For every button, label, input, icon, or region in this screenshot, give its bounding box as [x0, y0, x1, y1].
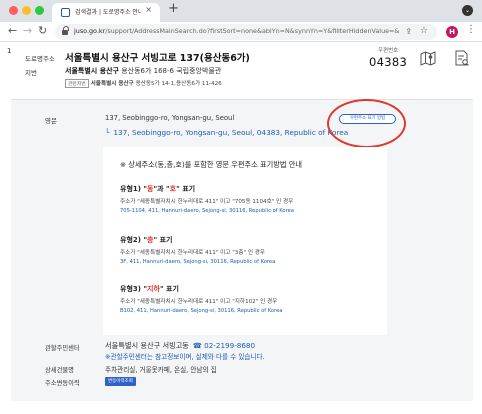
english-postal-address-text: 137, Seobinggo-ro, Yongsan-gu, Seoul, 04…: [113, 128, 349, 137]
guide-type3-english: B102, 411, Hannuri-daero, Sejong-si, 301…: [120, 308, 283, 314]
type2-suffix: " 표기: [153, 236, 173, 244]
building-name-value: 주차관리실, 거울못카페, 온실, 안남의 집: [105, 366, 217, 374]
tab-search-icon[interactable]: ⌄: [462, 5, 473, 16]
url-field[interactable]: juso.go.kr/support/AddressMainSearch.do?…: [55, 24, 437, 40]
related-jibun-region: 서울특별시 용산구: [90, 81, 134, 87]
related-jibun-badge: 관련지번: [65, 79, 89, 88]
type3-prefix: 유형3) ": [120, 285, 148, 293]
lock-icon[interactable]: [62, 26, 69, 35]
address-history-button[interactable]: 변동이력조회: [105, 377, 136, 386]
highlight-annotation: [327, 99, 406, 148]
guide-type1-english: 705-1104, 411, Hannuri-daero, Sejong-si,…: [120, 208, 294, 214]
type1-mid: "과 ": [153, 185, 170, 193]
community-center-label: 관할주민센터: [45, 345, 80, 352]
guide-type2-heading: 유형2) "층" 표기: [120, 235, 172, 245]
sub-arrow-icon: └: [105, 128, 110, 137]
url-path: /support/AddressMainSearch.do?firstSort=…: [105, 27, 399, 35]
jibun-address-detail: 용산동6가 168-6 국립중앙박물관: [121, 67, 222, 75]
jibun-label: 지번: [25, 69, 37, 77]
related-jibun-detail: 용산동5가 14-1,용산동6가 11-426: [135, 81, 222, 87]
address-bar: ← → ↻ juso.go.kr/support/AddressMainSear…: [0, 22, 482, 42]
guide-type3-heading: 유형3) "지하" 표기: [120, 284, 179, 294]
type1-prefix: 유형1) ": [120, 185, 148, 193]
share-icon[interactable]: ⇪: [405, 27, 412, 36]
guide-type2-example: 주소가 "세종특별자치시 한누리대로 411" 이고 "3층" 인 경우: [120, 250, 266, 256]
profile-avatar[interactable]: H: [446, 26, 458, 38]
community-center-phone[interactable]: ☎ 02-2199-8680: [193, 341, 255, 350]
type1-suffix: " 표기: [176, 185, 196, 193]
jibun-address-region: 서울특별시 용산구: [65, 67, 119, 75]
reload-icon[interactable]: ↻: [38, 25, 47, 36]
browser-tab-bar: 검색결과 | 도로명주소 안내시스템 × + ⌄: [0, 0, 482, 22]
window-close-dot[interactable]: [9, 6, 18, 15]
star-icon[interactable]: ☆: [420, 26, 428, 36]
url-domain: juso.go.kr: [74, 27, 106, 35]
type3-suffix: " 표기: [159, 285, 179, 293]
detail-doc-icon[interactable]: [454, 50, 470, 66]
english-postal-address: └ 137, Seobinggo-ro, Yongsan-gu, Seoul, 0…: [105, 128, 348, 137]
new-tab-button[interactable]: +: [168, 2, 179, 15]
address-history-label: 주소변동이력: [45, 380, 80, 387]
guide-type1-heading: 유형1) "동"과 "호" 표기: [120, 184, 195, 194]
building-name-label: 상세건물명: [45, 367, 74, 374]
url-text[interactable]: juso.go.kr/support/AddressMainSearch.do?…: [74, 27, 399, 35]
window-minimize-dot[interactable]: [22, 6, 31, 15]
road-address: 서울특별시 용산구 서빙고로 137(용산동6가): [65, 53, 250, 64]
favicon-icon: [61, 8, 70, 17]
english-notation-guide: ※ 상세주소(동,층,호)를 포함한 영문 우편주소 표기방법 안내 유형1) …: [103, 147, 387, 335]
community-center-value: 서울특별시 용산구 서빙고동 ☎ 02-2199-8680: [105, 341, 255, 351]
community-center-name: 서울특별시 용산구 서빙고동: [105, 341, 189, 350]
result-index: 1: [7, 47, 12, 55]
back-icon[interactable]: ←: [8, 25, 17, 36]
type3-keyword-basement: 지하: [147, 285, 160, 293]
window-zoom-dot[interactable]: [35, 6, 44, 15]
related-jibun: 관련지번 서울특별시 용산구 용산동5가 14-1,용산동6가 11-426: [65, 79, 222, 88]
guide-type3-example: 주소가 "세종특별자치시 한누리대로 411" 이고 "지하102" 인 경우: [120, 299, 278, 305]
postcode-label: 우편번호: [378, 48, 399, 54]
english-address-label: 영문: [45, 117, 57, 125]
guide-title: ※ 상세주소(동,층,호)를 포함한 영문 우편주소 표기방법 안내: [120, 160, 302, 169]
forward-icon[interactable]: →: [23, 25, 32, 36]
browser-tab[interactable]: 검색결과 | 도로명주소 안내시스템 ×: [52, 3, 160, 22]
community-center-note: ※관할주민센터는 참고정보이며, 실제와 다를 수 있습니다.: [105, 353, 265, 361]
jibun-address: 서울특별시 용산구 용산동6가 168-6 국립중앙박물관: [65, 66, 221, 76]
guide-type1-example: 주소가 "세종특별자치시 한누리대로 411" 이고 "705동 1104호" …: [120, 199, 294, 205]
english-address: 137, Seobinggo-ro, Yongsan-gu, Seoul: [105, 114, 235, 122]
map-icon[interactable]: [420, 51, 436, 66]
road-address-label: 도로명주소: [25, 55, 55, 63]
tab-close-icon[interactable]: ×: [145, 6, 152, 14]
guide-type2-english: 3F, 411, Hannuri-daero, Sejong-si, 30116…: [120, 259, 276, 265]
tab-title: 검색결과 | 도로명주소 안내시스템: [75, 9, 141, 16]
type2-prefix: 유형2) ": [120, 236, 148, 244]
browser-menu-icon[interactable]: ⋮: [466, 25, 476, 35]
postcode-value: 04383: [369, 55, 408, 69]
